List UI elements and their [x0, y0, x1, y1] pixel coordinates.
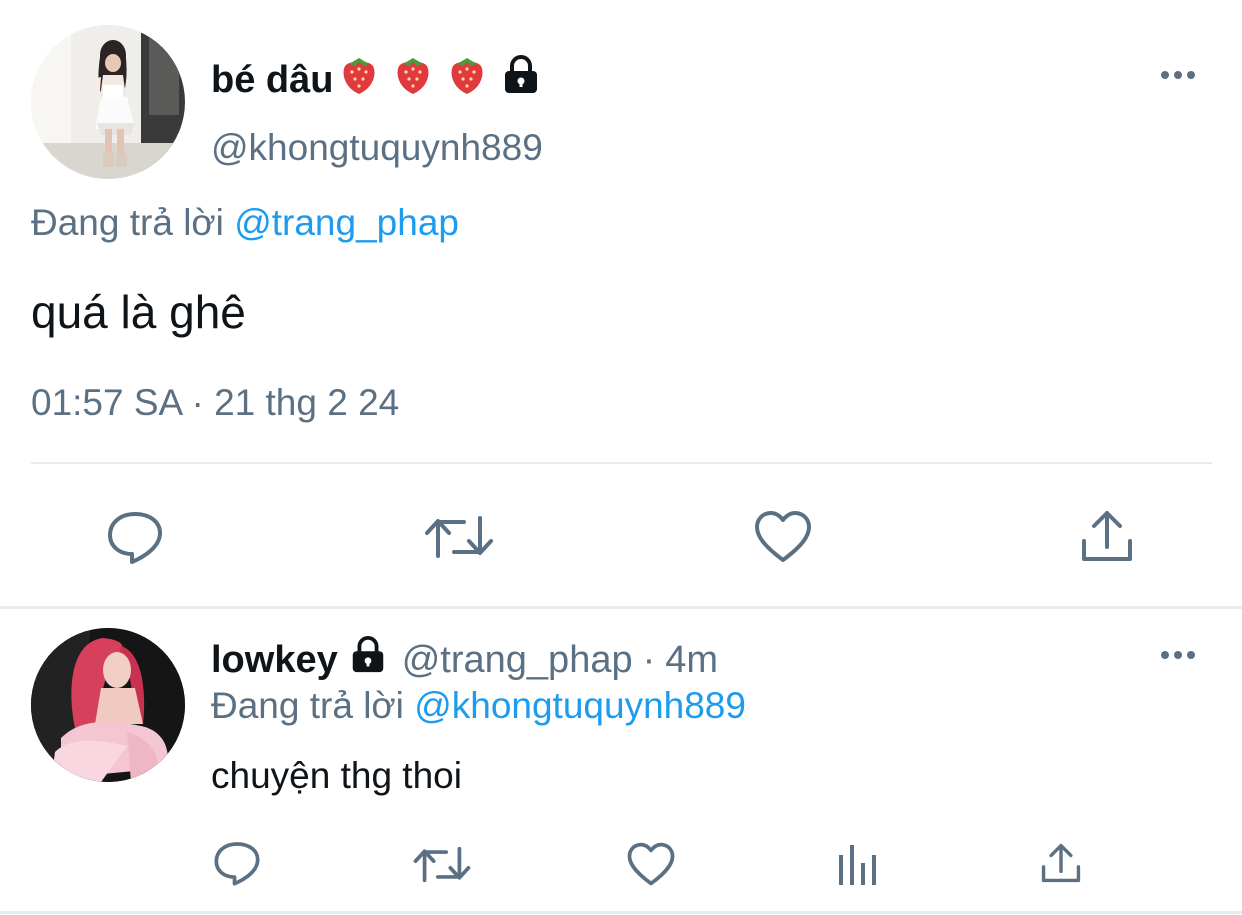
replying-to-link[interactable]: @khongtuquynh889 — [414, 685, 746, 726]
strawberry-emoji — [339, 54, 379, 106]
main-avatar[interactable] — [31, 25, 185, 179]
reply-avatar[interactable] — [31, 628, 185, 782]
reply-handle[interactable]: @trang_phap — [402, 639, 633, 682]
main-display-name-row[interactable]: bé dâu — [211, 54, 541, 106]
share-icon[interactable] — [1078, 506, 1136, 566]
reply-display-name[interactable]: lowkey — [211, 639, 338, 682]
divider — [0, 606, 1242, 609]
divider — [0, 911, 1242, 914]
lock-icon — [501, 54, 541, 106]
main-display-name[interactable]: bé dâu — [211, 59, 333, 102]
share-icon[interactable] — [1038, 838, 1084, 888]
replying-to-link[interactable]: @trang_phap — [234, 202, 459, 243]
like-icon[interactable] — [752, 508, 814, 566]
main-handle[interactable]: @khongtuquynh889 — [211, 127, 543, 169]
separator: · — [642, 638, 656, 681]
more-icon[interactable] — [1158, 640, 1198, 675]
more-icon[interactable] — [1158, 60, 1198, 95]
tweet-text: quá là ghê — [31, 286, 246, 338]
lock-icon — [348, 635, 388, 685]
strawberry-emoji — [447, 54, 487, 106]
reply-header: lowkey @trang_phap · 4m — [211, 635, 718, 685]
replying-to-line: Đang trả lời @trang_phap — [31, 202, 459, 244]
replying-to-line: Đang trả lời @khongtuquynh889 — [211, 685, 746, 727]
replying-prefix: Đang trả lời — [31, 202, 224, 243]
tweet-timestamp[interactable]: 01:57 SA · 21 thg 2 24 — [31, 382, 399, 424]
strawberry-emoji — [393, 54, 433, 106]
tweet-text: chuyện thg thoi — [211, 755, 462, 796]
analytics-icon[interactable] — [834, 840, 880, 888]
retweet-icon[interactable] — [424, 508, 494, 566]
divider — [31, 462, 1212, 464]
like-icon[interactable] — [626, 840, 676, 888]
retweet-icon[interactable] — [412, 840, 472, 888]
reply-icon[interactable] — [212, 838, 262, 888]
replying-prefix: Đang trả lời — [211, 685, 404, 726]
reply-icon[interactable] — [104, 508, 166, 566]
reply-time-ago[interactable]: 4m — [665, 639, 718, 682]
